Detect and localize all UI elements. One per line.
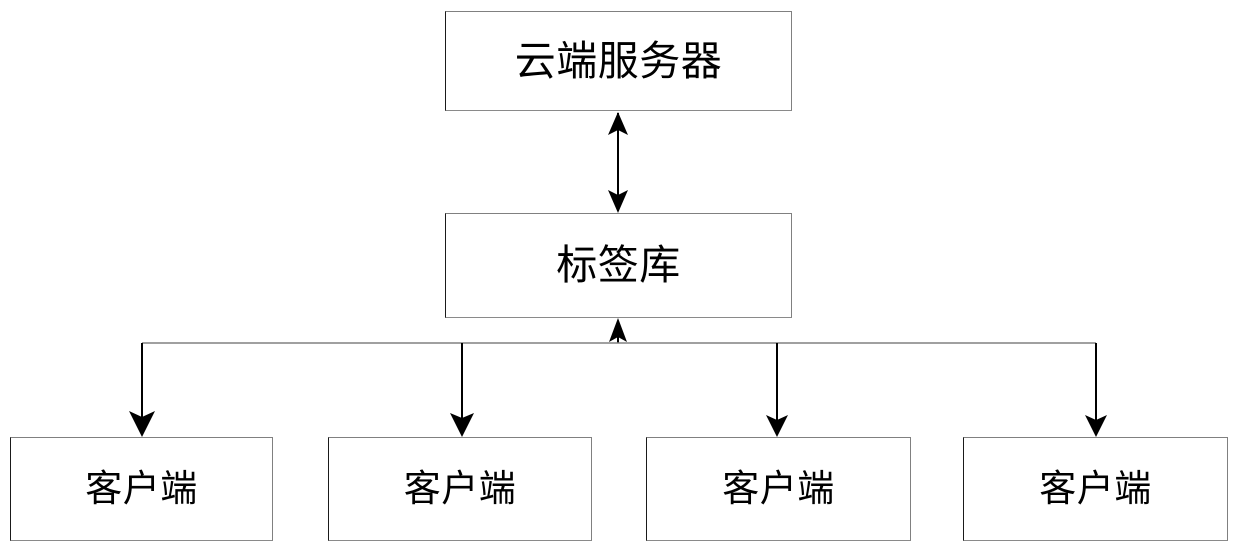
- node-client-3-label: 客户端: [722, 468, 835, 510]
- node-tag-library: 标签库: [445, 213, 792, 318]
- node-client-2: 客户端: [328, 437, 592, 541]
- connector-bus-to-tag-library: [609, 318, 627, 343]
- connector-bus-to-client-2: [450, 343, 474, 437]
- diagram-canvas: 云端服务器 标签库 客户端 客户端 客户端 客户端: [0, 0, 1240, 555]
- connector-cloud-server-to-tag-library: [608, 112, 628, 213]
- node-client-4: 客户端: [963, 437, 1228, 541]
- node-tag-library-label: 标签库: [556, 242, 681, 288]
- connector-bus-to-client-3: [766, 343, 788, 437]
- node-client-4-label: 客户端: [1039, 468, 1152, 510]
- node-client-1-label: 客户端: [85, 468, 198, 510]
- connector-bus-to-client-1: [129, 343, 155, 437]
- node-cloud-server: 云端服务器: [445, 11, 792, 111]
- node-cloud-server-label: 云端服务器: [514, 37, 723, 84]
- connector-bus-to-client-4: [1085, 343, 1107, 437]
- node-client-3: 客户端: [646, 437, 911, 541]
- node-client-2-label: 客户端: [403, 468, 517, 510]
- node-client-1: 客户端: [10, 437, 273, 541]
